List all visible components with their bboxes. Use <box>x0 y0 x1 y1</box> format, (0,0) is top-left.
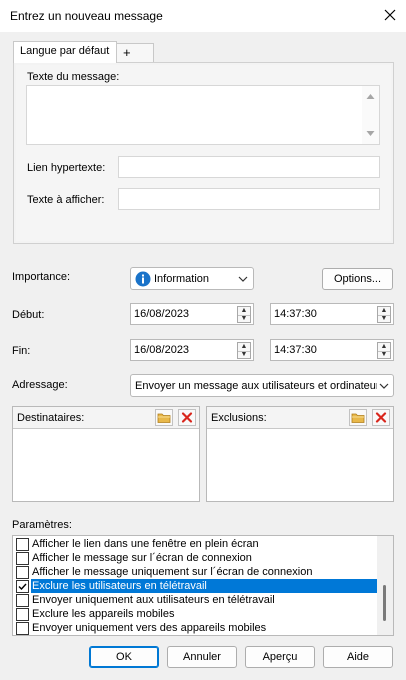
end-date-input[interactable]: 16/08/2023 ▲ ▼ <box>130 339 254 361</box>
spin-down-icon[interactable]: ▼ <box>238 314 250 322</box>
spin-down-icon[interactable]: ▼ <box>378 350 390 358</box>
folder-icon <box>157 413 171 423</box>
start-time-input[interactable]: 14:37:30 ▲ ▼ <box>270 303 394 325</box>
importance-select[interactable]: Information <box>130 267 254 290</box>
chevron-down-icon <box>379 383 389 389</box>
display-text-input[interactable] <box>118 188 380 210</box>
close-icon[interactable] <box>381 6 399 24</box>
parameter-checkbox[interactable] <box>16 593 29 607</box>
start-date-input[interactable]: 16/08/2023 ▲ ▼ <box>130 303 254 325</box>
tab-default-language[interactable]: Langue par défaut <box>13 41 117 63</box>
parameter-label: Afficher le message sur l´écran de conne… <box>32 552 252 564</box>
title-bar: Entrez un nouveau message <box>0 0 406 32</box>
parameter-row[interactable]: Envoyer uniquement aux utilisateurs en t… <box>13 593 377 607</box>
spin-up-icon[interactable]: ▲ <box>238 343 250 351</box>
parameters-scrollbar[interactable] <box>377 536 393 635</box>
exclusions-add-button[interactable] <box>349 409 367 426</box>
parameter-label: Exclure les utilisateurs en télétravail <box>31 579 377 593</box>
end-time-input[interactable]: 14:37:30 ▲ ▼ <box>270 339 394 361</box>
end-date-spinner[interactable]: ▲ ▼ <box>237 342 251 359</box>
start-label: Début: <box>12 309 45 321</box>
end-date-value: 16/08/2023 <box>134 344 190 356</box>
folder-icon <box>351 413 365 423</box>
start-date-spinner[interactable]: ▲ ▼ <box>237 306 251 323</box>
options-button[interactable]: Options... <box>322 268 393 290</box>
help-button[interactable]: Aide <box>323 646 393 668</box>
display-text-label: Texte à afficher: <box>27 194 105 206</box>
recipients-remove-button[interactable] <box>178 409 196 426</box>
parameter-row[interactable]: Afficher le message uniquement sur l´écr… <box>13 565 377 579</box>
parameter-checkbox[interactable] <box>16 537 29 551</box>
parameter-checkbox[interactable] <box>16 565 29 579</box>
parameter-checkbox[interactable] <box>16 579 29 593</box>
recipients-label: Destinataires: <box>17 412 85 424</box>
message-text-label: Texte du message: <box>27 71 120 83</box>
addressing-label: Adressage: <box>12 379 68 391</box>
spin-up-icon[interactable]: ▲ <box>378 343 390 351</box>
preview-button[interactable]: Aperçu <box>245 646 315 668</box>
exclusions-panel: Exclusions: <box>206 406 394 502</box>
ok-button[interactable]: OK <box>89 646 159 668</box>
hyperlink-label: Lien hypertexte: <box>27 162 106 174</box>
parameter-row[interactable]: Exclure les utilisateurs en télétravail <box>13 579 377 593</box>
exclusions-header: Exclusions: <box>207 407 393 429</box>
spin-down-icon[interactable]: ▼ <box>378 314 390 322</box>
cancel-button[interactable]: Annuler <box>167 646 237 668</box>
spin-up-icon[interactable]: ▲ <box>378 307 390 315</box>
recipients-panel: Destinataires: <box>12 406 200 502</box>
info-icon <box>135 271 151 287</box>
parameter-label: Exclure les appareils mobiles <box>32 608 175 620</box>
parameters-label: Paramètres: <box>12 519 72 531</box>
parameter-label: Envoyer uniquement aux utilisateurs en t… <box>32 594 275 606</box>
parameter-checkbox[interactable] <box>16 621 29 635</box>
parameter-row[interactable]: Envoyer uniquement vers des appareils mo… <box>13 621 377 635</box>
parameter-checkbox[interactable] <box>16 551 29 565</box>
end-label: Fin: <box>12 345 31 357</box>
delete-icon <box>375 412 387 423</box>
parameter-label: Afficher le lien dans une fenêtre en ple… <box>32 538 259 550</box>
start-time-spinner[interactable]: ▲ ▼ <box>377 306 391 323</box>
importance-value: Information <box>154 273 210 285</box>
checkmark-icon <box>18 583 27 590</box>
parameter-label: Envoyer uniquement vers des appareils mo… <box>32 622 267 634</box>
window-title: Entrez un nouveau message <box>10 9 163 23</box>
start-date-value: 16/08/2023 <box>134 308 190 320</box>
start-time-value: 14:37:30 <box>274 308 317 320</box>
parameter-row[interactable]: Afficher le message sur l´écran de conne… <box>13 551 377 565</box>
spin-down-icon[interactable]: ▼ <box>238 350 250 358</box>
end-time-spinner[interactable]: ▲ ▼ <box>377 342 391 359</box>
tab-add-language[interactable]: + <box>116 43 154 63</box>
parameters-list[interactable]: Afficher le lien dans une fenêtre en ple… <box>12 535 394 636</box>
importance-label: Importance: <box>12 271 71 283</box>
addressing-value: Envoyer un message aux utilisateurs et o… <box>135 380 377 392</box>
end-time-value: 14:37:30 <box>274 344 317 356</box>
spin-up-icon[interactable]: ▲ <box>238 307 250 315</box>
scroll-thumb[interactable] <box>383 585 386 621</box>
parameter-row[interactable]: Exclure les appareils mobiles <box>13 607 377 621</box>
addressing-select[interactable]: Envoyer un message aux utilisateurs et o… <box>130 374 394 397</box>
chevron-down-icon <box>238 276 248 282</box>
message-text-area[interactable] <box>26 85 380 145</box>
parameter-label: Afficher le message uniquement sur l´écr… <box>32 566 313 578</box>
message-text-scrollbar[interactable] <box>362 86 379 144</box>
scroll-arrows-icon <box>366 94 375 136</box>
hyperlink-input[interactable] <box>118 156 380 178</box>
delete-icon <box>181 412 193 423</box>
recipients-add-button[interactable] <box>155 409 173 426</box>
exclusions-label: Exclusions: <box>211 412 267 424</box>
recipients-header: Destinataires: <box>13 407 199 429</box>
parameter-checkbox[interactable] <box>16 607 29 621</box>
parameter-row[interactable]: Afficher le lien dans une fenêtre en ple… <box>13 537 377 551</box>
exclusions-remove-button[interactable] <box>372 409 390 426</box>
